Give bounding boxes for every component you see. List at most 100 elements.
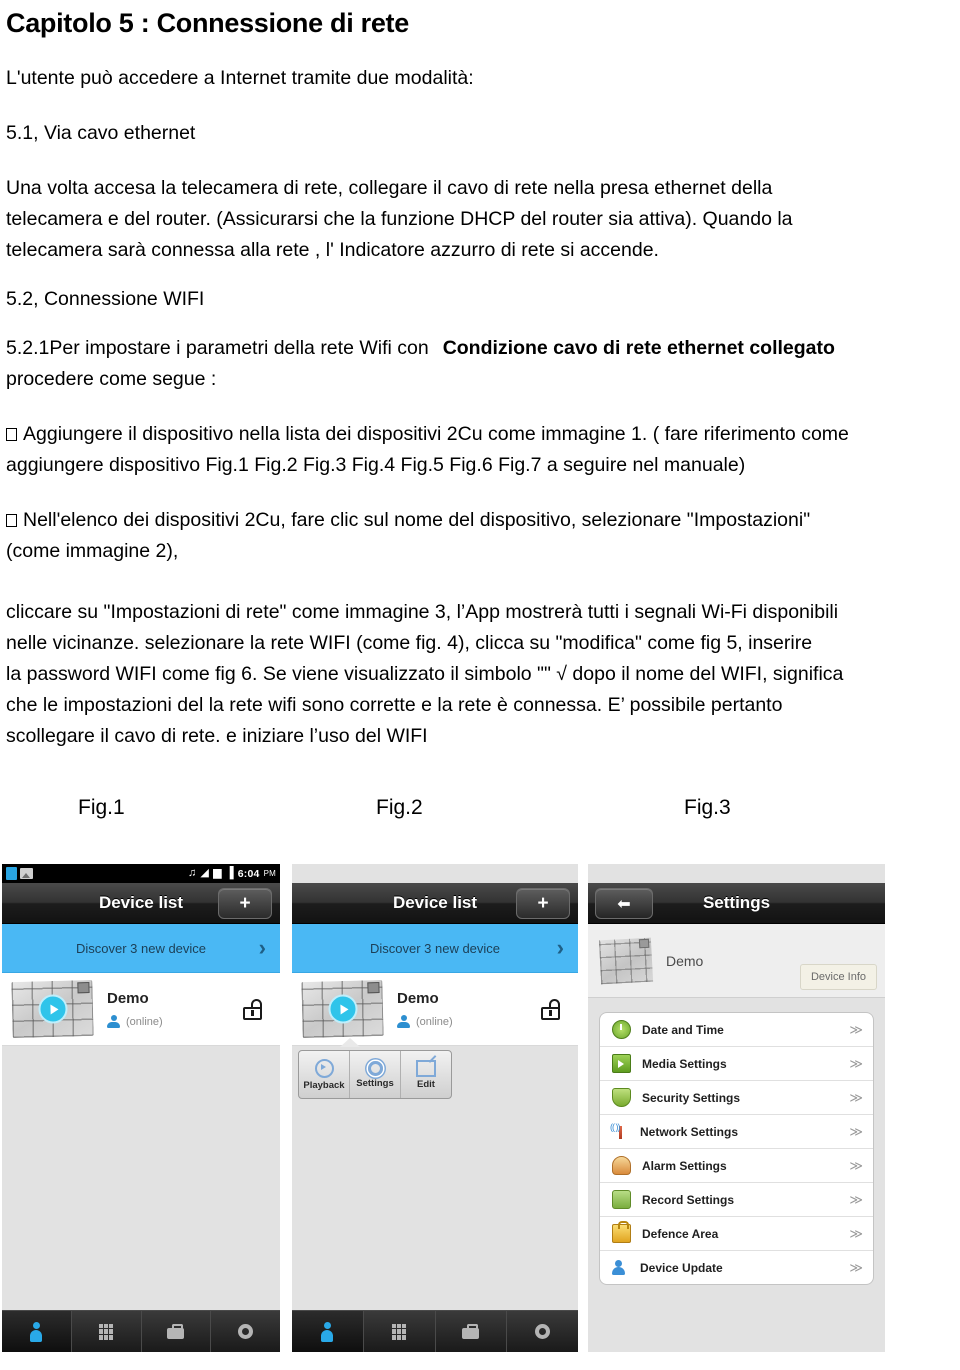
document-page: Capitolo 5 : Connessione di rete L'utent… bbox=[0, 0, 960, 1370]
thumbnail-corner-icon bbox=[77, 982, 90, 994]
unlock-icon[interactable] bbox=[243, 998, 262, 1020]
fig3-empty-area bbox=[588, 1299, 885, 1353]
shield-icon bbox=[612, 1088, 631, 1108]
chevron-right-icon: ≫ bbox=[849, 1259, 863, 1275]
device-name: Demo bbox=[107, 989, 149, 1007]
chevron-right-icon: ≫ bbox=[849, 1089, 863, 1105]
settings-row-label: Security Settings bbox=[642, 1090, 741, 1105]
device-info-block: Demo (online) bbox=[107, 990, 163, 1029]
intro-paragraph: L'utente può accedere a Internet tramite… bbox=[6, 67, 474, 90]
settings-row-security-settings[interactable]: Security Settings ≫ bbox=[600, 1081, 873, 1116]
settings-row-label: Alarm Settings bbox=[642, 1158, 727, 1173]
status-clock: 6:04 bbox=[237, 867, 260, 880]
popup-action-playback[interactable]: Playback bbox=[299, 1051, 350, 1099]
discover-new-devices-banner[interactable]: Discover 3 new device › bbox=[292, 924, 578, 974]
thumbnail-corner-icon bbox=[367, 982, 380, 994]
toolbox-icon bbox=[167, 1324, 185, 1340]
person-icon bbox=[320, 1321, 334, 1342]
section-5-2-1-emphasis: Condizione cavo di rete ethernet collega… bbox=[442, 337, 835, 360]
bullet-item-1-line-2: aggiungere dispositivo Fig.1 Fig.2 Fig.3… bbox=[6, 454, 746, 477]
add-device-button[interactable]: + bbox=[218, 888, 272, 920]
user-icon bbox=[397, 1014, 410, 1029]
fig2-bottom-tab-bar bbox=[292, 1310, 578, 1353]
settings-row-label: Media Settings bbox=[642, 1056, 727, 1071]
discover-new-devices-banner[interactable]: Discover 3 new device › bbox=[2, 924, 280, 974]
settings-row-device-update[interactable]: Device Update ≫ bbox=[600, 1251, 873, 1284]
gear-icon bbox=[535, 1324, 551, 1340]
user-icon bbox=[107, 1014, 120, 1029]
grid-icon bbox=[392, 1323, 407, 1340]
tab-devices[interactable] bbox=[2, 1311, 72, 1353]
device-list-item[interactable]: Demo (online) bbox=[2, 973, 280, 1047]
device-thumbnail[interactable] bbox=[11, 979, 94, 1039]
status-left-icons bbox=[6, 867, 33, 881]
settings-row-label: Defence Area bbox=[642, 1226, 719, 1241]
settings-row-date-and-time[interactable]: Date and Time ≫ bbox=[600, 1013, 873, 1048]
record-icon bbox=[612, 1190, 631, 1210]
chevron-right-icon: ≫ bbox=[849, 1157, 863, 1173]
device-update-icon bbox=[612, 1259, 629, 1276]
gear-icon bbox=[367, 1060, 383, 1076]
page-title: Capitolo 5 : Connessione di rete bbox=[6, 8, 409, 38]
discover-label: Discover 3 new device bbox=[75, 940, 207, 956]
paragraph-3-line-3: la password WIFI come fig 6. Se viene vi… bbox=[6, 663, 844, 686]
bullet-square-icon bbox=[6, 428, 17, 442]
tab-settings[interactable] bbox=[507, 1311, 578, 1352]
section-5-2-1-line-1: 5.2.1Per impostare i parametri della ret… bbox=[6, 333, 948, 364]
bullet-item-2-line-1: Nell'elenco dei dispositivi 2Cu, fare cl… bbox=[6, 505, 948, 536]
thumbnail-corner-icon bbox=[638, 938, 650, 948]
popup-action-settings[interactable]: Settings bbox=[350, 1051, 401, 1099]
paragraph-3-line-5: scollegare il cavo di rete. e iniziare l… bbox=[6, 725, 428, 748]
settings-row-label: Device Update bbox=[640, 1260, 723, 1275]
popup-action-edit[interactable]: Edit bbox=[401, 1051, 451, 1098]
tab-apps[interactable] bbox=[72, 1311, 142, 1353]
device-list-item[interactable]: Demo (online) bbox=[292, 973, 578, 1047]
chevron-right-icon: ≫ bbox=[849, 1123, 863, 1139]
fig1-bottom-tab-bar bbox=[2, 1310, 280, 1353]
tab-devices[interactable] bbox=[292, 1311, 364, 1353]
tab-apps[interactable] bbox=[364, 1311, 436, 1353]
settings-row-alarm-settings[interactable]: Alarm Settings ≫ bbox=[600, 1149, 873, 1184]
device-status: (online) bbox=[397, 1014, 453, 1029]
settings-row-defence-area[interactable]: Defence Area ≫ bbox=[600, 1217, 873, 1252]
bullet-item-1-line-1: Aggiungere il dispositivo nella lista de… bbox=[6, 419, 948, 450]
figure-1-screenshot: ♫ ◢ ▆ ▐ 6:04 PM Device list + Discover 3… bbox=[2, 864, 280, 1353]
playback-icon bbox=[314, 1058, 334, 1078]
settings-row-media-settings[interactable]: Media Settings ≫ bbox=[600, 1047, 873, 1082]
gear-icon bbox=[238, 1324, 254, 1340]
tab-toolbox[interactable] bbox=[436, 1311, 508, 1353]
device-action-menu: Playback Settings Edit bbox=[298, 1050, 452, 1100]
fig3-title-bar: ⬅ Settings bbox=[588, 883, 885, 925]
play-icon[interactable] bbox=[327, 994, 358, 1024]
settings-device-header: Demo Device Info bbox=[588, 924, 885, 999]
fig2-title-bar: Device list + bbox=[292, 883, 578, 925]
play-icon[interactable] bbox=[37, 994, 68, 1024]
device-info-button[interactable]: Device Info bbox=[799, 964, 877, 991]
figure-captions: Fig.1 Fig.2 Fig.3 bbox=[0, 796, 960, 842]
settings-row-network-settings[interactable]: Network Settings ≫ bbox=[600, 1115, 873, 1150]
bell-icon bbox=[612, 1156, 631, 1176]
unlock-icon[interactable] bbox=[541, 998, 560, 1020]
add-device-button[interactable]: + bbox=[516, 888, 570, 920]
device-thumbnail bbox=[598, 937, 654, 984]
fig2-title: Device list bbox=[392, 893, 478, 913]
device-name: Demo bbox=[666, 952, 704, 969]
paragraph-3-line-1: cliccare su "Impostazioni di rete" come … bbox=[6, 601, 839, 624]
battery-icon: ▐ bbox=[225, 867, 234, 880]
headphones-icon: ♫ bbox=[187, 867, 197, 880]
chevron-right-icon: › bbox=[258, 935, 266, 961]
tab-settings[interactable] bbox=[211, 1311, 280, 1352]
settings-row-record-settings[interactable]: Record Settings ≫ bbox=[600, 1183, 873, 1218]
device-thumbnail[interactable] bbox=[301, 979, 384, 1039]
back-button[interactable]: ⬅ bbox=[595, 888, 653, 920]
settings-list-container: Date and Time ≫ Media Settings ≫ Securit… bbox=[588, 998, 885, 1300]
tab-toolbox[interactable] bbox=[142, 1311, 212, 1353]
document-body: Capitolo 5 : Connessione di rete L'utent… bbox=[0, 0, 960, 752]
paragraph-3-line-2: nelle vicinanze. selezionare la rete WIF… bbox=[6, 632, 813, 655]
chevron-right-icon: ≫ bbox=[849, 1191, 863, 1207]
settings-row-label: Network Settings bbox=[640, 1124, 739, 1139]
section-5-1-line-2: telecamera e del router. (Assicurarsi ch… bbox=[6, 208, 793, 231]
